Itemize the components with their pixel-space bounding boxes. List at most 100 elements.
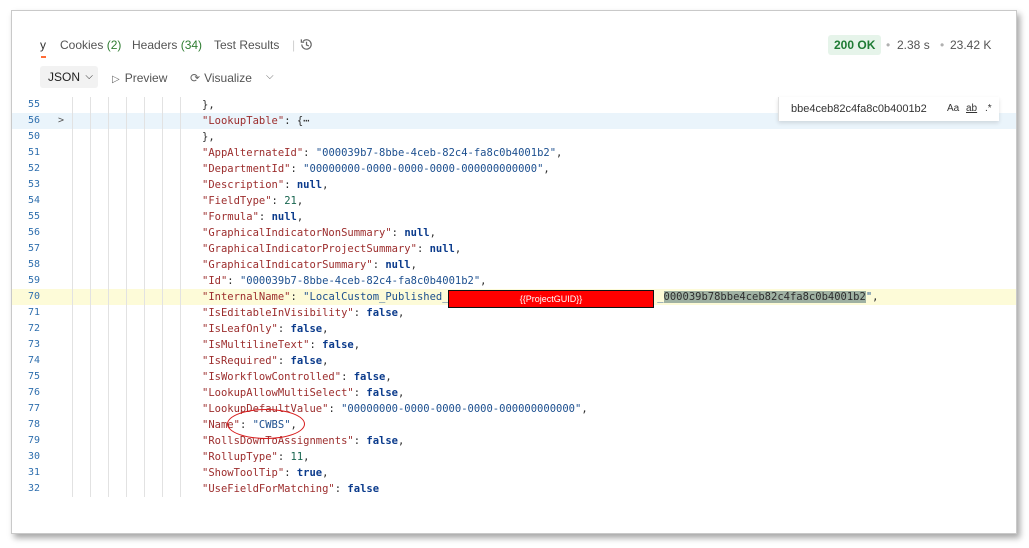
chevron-right-icon[interactable]: > — [58, 113, 64, 129]
indent-guide — [72, 257, 73, 273]
indent-guide — [126, 273, 127, 289]
indent-guide — [72, 241, 73, 257]
json-number: 11 — [290, 451, 304, 463]
code-line[interactable]: 78 "Name": "CWBS", — [12, 417, 1016, 433]
json-punctuation: : — [416, 243, 430, 255]
json-punctuation: , — [296, 195, 304, 207]
indent-guide — [72, 161, 73, 177]
json-string: "LocalCustom_Published_ — [303, 291, 449, 303]
indent-guide — [90, 465, 91, 481]
visualize-icon: ⟳ — [190, 71, 201, 85]
code-line[interactable]: 74 "IsRequired": false, — [12, 353, 1016, 369]
visualize-button[interactable]: ⟳ Visualize — [190, 71, 252, 85]
code-line[interactable]: 31 "ShowToolTip": true, — [12, 465, 1016, 481]
indent-guide — [126, 321, 127, 337]
indent-guide — [144, 225, 145, 241]
indent-guide — [90, 433, 91, 449]
json-punctuation: : — [271, 195, 285, 207]
response-size[interactable]: 23.42 K — [950, 38, 991, 52]
code-line[interactable]: 59 "Id": "000039b7-8bbe-4ceb-82c4-fa8c0b4… — [12, 273, 1016, 289]
code-line[interactable]: 53 "Description": null, — [12, 177, 1016, 193]
indent-guide — [108, 193, 109, 209]
preview-button[interactable]: ▷ Preview — [112, 71, 167, 85]
tab-headers[interactable]: Headers (34) — [132, 38, 202, 52]
code-text: "IsLeafOnly": false, — [202, 321, 328, 337]
code-line[interactable]: 30 "RollupType": 11, — [12, 449, 1016, 465]
json-punctuation: , — [322, 355, 329, 367]
indent-guide — [108, 433, 109, 449]
json-key: "IsEditableInVisibility" — [202, 307, 354, 319]
history-icon[interactable] — [299, 37, 314, 52]
indent-guide — [72, 385, 73, 401]
code-line[interactable]: 56 "GraphicalIndicatorNonSummary": null, — [12, 225, 1016, 241]
code-line[interactable]: 50}, — [12, 129, 1016, 145]
code-line[interactable]: 76 "LookupAllowMultiSelect": false, — [12, 385, 1016, 401]
code-line[interactable]: 72 "IsLeafOnly": false, — [12, 321, 1016, 337]
code-line[interactable]: 71 "IsEditableInVisibility": false, — [12, 305, 1016, 321]
code-line[interactable]: 32 "UseFieldForMatching": false — [12, 481, 1016, 497]
line-number: 50 — [28, 131, 41, 142]
regex-toggle[interactable]: .* — [985, 103, 992, 114]
indent-guide — [144, 177, 145, 193]
find-widget[interactable]: bbe4ceb82c4fa8c0b4001b2 Aa ab .* — [778, 97, 999, 121]
tab-body-partial[interactable]: y — [40, 38, 46, 52]
code-line[interactable]: 79 "RollsDownToAssignments": false, — [12, 433, 1016, 449]
indent-guide — [180, 113, 181, 129]
code-line[interactable]: 54 "FieldType": 21, — [12, 193, 1016, 209]
chevron-down-icon[interactable]: ⌵ — [266, 71, 274, 82]
line-number: 70 — [28, 291, 41, 302]
code-line[interactable]: 73 "IsMultilineText": false, — [12, 337, 1016, 353]
indent-guide — [180, 433, 181, 449]
line-number: 32 — [28, 483, 41, 494]
indent-guide — [144, 129, 145, 145]
json-punctuation: : — [258, 211, 272, 223]
code-line[interactable]: 57 "GraphicalIndicatorProjectSummary": nu… — [12, 241, 1016, 257]
json-key: "AppAlternateId" — [202, 147, 304, 159]
json-literal: null — [271, 211, 297, 223]
format-select[interactable]: JSON ⌵ — [40, 66, 98, 88]
json-literal: false — [322, 339, 354, 351]
json-key: "IsLeafOnly" — [202, 323, 278, 335]
indent-guide — [162, 417, 163, 433]
code-line[interactable]: 75 "IsWorkflowControlled": false, — [12, 369, 1016, 385]
find-input[interactable]: bbe4ceb82c4fa8c0b4001b2 — [791, 103, 927, 115]
json-punctuation: , — [397, 387, 405, 399]
indent-guide — [108, 417, 109, 433]
format-select-value: JSON — [48, 70, 81, 84]
whole-word-toggle[interactable]: ab — [966, 103, 977, 114]
status-badge[interactable]: 200 OK — [828, 35, 882, 55]
indent-guide — [126, 177, 127, 193]
tab-cookies[interactable]: Cookies (2) — [60, 38, 121, 52]
json-number: 21 — [284, 195, 297, 207]
json-key: "IsRequired" — [202, 355, 278, 367]
indent-guide — [72, 225, 73, 241]
json-punctuation: , — [322, 323, 329, 335]
line-number: 72 — [28, 323, 41, 334]
indent-guide — [90, 385, 91, 401]
json-code-editor[interactable]: 55}, 56 > "LookupTable": {⋯ 50}, 51 "AppAltern… — [12, 97, 1016, 533]
indent-guide — [162, 385, 163, 401]
code-line[interactable]: 52 "DepartmentId": "00000000-0000-0000-00… — [12, 161, 1016, 177]
code-text: "AppAlternateId": "000039b7-8bbe-4ceb-82… — [202, 145, 562, 161]
code-line[interactable]: 77 "LookupDefaultValue": "00000000-0000-0… — [12, 401, 1016, 417]
json-punctuation: : — [353, 387, 367, 399]
code-text: "RollupType": 11, — [202, 449, 310, 465]
code-text: "FieldType": 21, — [202, 193, 303, 209]
indent-guide — [90, 289, 91, 305]
tab-test-results[interactable]: Test Results — [214, 38, 279, 52]
code-line[interactable]: 55 "Formula": null, — [12, 209, 1016, 225]
code-line[interactable]: 51 "AppAlternateId": "000039b7-8bbe-4ceb-… — [12, 145, 1016, 161]
code-text: }, — [202, 129, 215, 145]
match-case-toggle[interactable]: Aa — [947, 103, 959, 114]
code-line[interactable]: 58 "GraphicalIndicatorSummary": null, — [12, 257, 1016, 273]
code-line[interactable]: 70 "InternalName": "LocalCustom_Published… — [12, 289, 1016, 308]
json-literal: true — [296, 467, 323, 479]
indent-guide — [126, 161, 127, 177]
indent-guide — [72, 465, 73, 481]
indent-guide — [108, 449, 109, 465]
json-key: "UseFieldForMatching" — [202, 483, 335, 495]
json-punctuation: , — [872, 291, 879, 303]
json-punctuation: , — [543, 163, 550, 175]
json-key: "Formula" — [202, 211, 259, 223]
response-time[interactable]: 2.38 s — [897, 38, 930, 52]
